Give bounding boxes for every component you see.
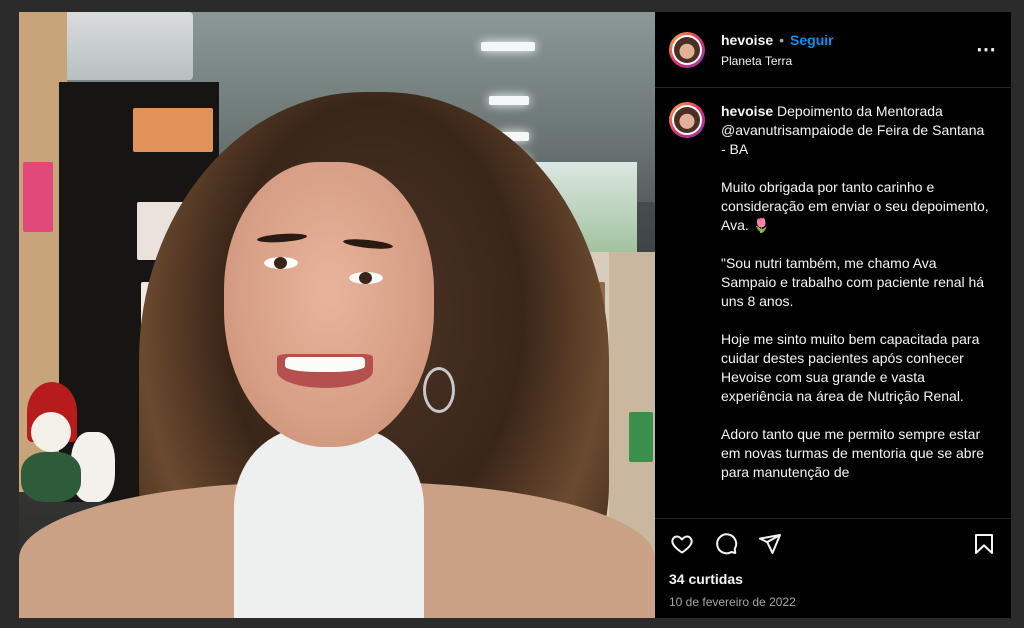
follow-button[interactable]: Seguir xyxy=(790,32,834,48)
photo-white-top xyxy=(234,427,424,618)
caption-paragraph: Hoje me sinto muito bem capacitada para … xyxy=(721,331,980,404)
caption-area[interactable]: hevoise Depoimento da Mentorada @avanutr… xyxy=(655,88,1011,518)
username-link[interactable]: hevoise xyxy=(721,32,773,48)
photo-eye xyxy=(349,272,383,284)
caption-paragraph: Muito obrigada por tanto carinho e consi… xyxy=(721,179,989,233)
photo-eye xyxy=(264,257,298,269)
separator-dot: • xyxy=(779,31,785,48)
post-sidebar: hevoise • Seguir Planeta Terra ⋯ hevoise… xyxy=(655,12,1011,618)
post-header: hevoise • Seguir Planeta Terra ⋯ xyxy=(655,12,1011,88)
post-photo[interactable] xyxy=(19,12,655,618)
comment-icon[interactable] xyxy=(713,531,739,557)
heart-icon[interactable] xyxy=(669,531,695,557)
photo-product xyxy=(133,108,213,152)
share-icon[interactable] xyxy=(757,531,783,557)
caption-paragraph: hevoise Depoimento da Mentorada @avanutr… xyxy=(721,102,991,159)
caption-paragraph: Adoro tanto que me permito sempre estar … xyxy=(721,426,985,480)
likes-count[interactable]: 34 curtidas xyxy=(669,571,997,587)
avatar-photo xyxy=(674,36,700,63)
photo-face xyxy=(224,162,434,447)
photo-santa-decoration xyxy=(21,372,141,502)
photo-product xyxy=(23,162,53,232)
post-actions-section: 34 curtidas 10 de fevereiro de 2022 xyxy=(655,518,1011,618)
location-link[interactable]: Planeta Terra xyxy=(721,54,834,68)
photo-product xyxy=(629,412,653,462)
avatar-photo xyxy=(674,107,700,133)
action-bar xyxy=(669,519,997,569)
photo-earring xyxy=(423,367,455,413)
post-modal: hevoise • Seguir Planeta Terra ⋯ hevoise… xyxy=(19,12,1011,618)
caption-username[interactable]: hevoise xyxy=(721,103,773,119)
photo-air-conditioner xyxy=(49,12,193,80)
bookmark-icon[interactable] xyxy=(971,531,997,557)
more-horizontal-icon[interactable]: ⋯ xyxy=(976,37,997,62)
photo-teeth xyxy=(285,357,365,372)
caption-avatar[interactable] xyxy=(669,102,705,138)
avatar[interactable] xyxy=(669,31,705,68)
post-date: 10 de fevereiro de 2022 xyxy=(669,595,796,609)
caption-paragraph: "Sou nutri também, me chamo Ava Sampaio … xyxy=(721,255,985,309)
caption-text: hevoise Depoimento da Mentorada @avanutr… xyxy=(721,102,991,518)
photo-light xyxy=(481,42,535,51)
photo-light xyxy=(489,96,529,105)
